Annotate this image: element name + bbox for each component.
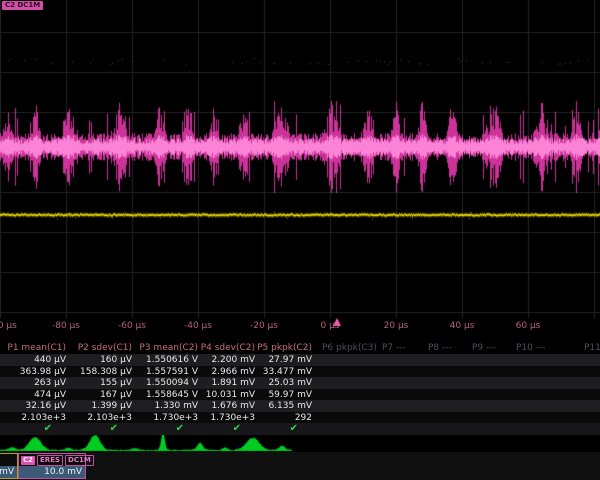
param-cell: 474 µV — [0, 390, 66, 400]
c2-scale-value: 10.0 mV — [19, 466, 85, 478]
param-header-inactive[interactable]: P11 — [584, 343, 600, 353]
param-header-inactive[interactable]: P8 --- — [428, 343, 452, 353]
param-cell: 363.98 µV — [0, 367, 66, 377]
param-header-inactive[interactable]: P9 --- — [472, 343, 496, 353]
param-cell: 160 µV — [66, 355, 132, 365]
c2-trace-label-chip: C2 DC1M — [2, 1, 43, 10]
param-header-inactive[interactable]: P6 pkpk(C3) — [322, 343, 377, 353]
channel1-descriptor[interactable]: C1 DC1M 10.0 mV — [0, 453, 18, 479]
table-status-stripe — [0, 423, 600, 435]
param-cell: 158.308 µV — [66, 367, 132, 377]
param-cell: 59.97 mV — [246, 390, 312, 400]
time-axis-label: -80 µs — [42, 321, 90, 331]
time-axis-label: -60 µs — [108, 321, 156, 331]
time-axis-label: -20 µs — [240, 321, 288, 331]
param-cell: 440 µV — [0, 355, 66, 365]
oscilloscope-screen: C2 DC1M -100 µs -80 µs -60 µs -40 µs -20 µs 0… — [0, 0, 600, 480]
param-status-check: ✔ — [176, 423, 184, 434]
param-header-inactive[interactable]: P7 --- — [382, 343, 406, 353]
param-cell: 6.135 mV — [246, 401, 312, 411]
param-cell: 167 µV — [66, 390, 132, 400]
param-status-check: ✔ — [44, 423, 52, 434]
time-axis-label: 0 µs — [306, 321, 354, 331]
param-cell: 33.477 mV — [246, 367, 312, 377]
time-axis-label: 40 µs — [438, 321, 486, 331]
time-axis-label: -100 µs — [0, 321, 24, 331]
param-cell: 2.103e+3 — [66, 413, 132, 423]
param-cell: 292 — [246, 413, 312, 423]
c1-scale-value: 10.0 mV — [0, 466, 17, 478]
param-cell: 27.97 mV — [246, 355, 312, 365]
time-axis-label: 60 µs — [504, 321, 552, 331]
time-axis-label: 20 µs — [372, 321, 420, 331]
param-cell: 25.03 mV — [246, 378, 312, 388]
c2-label-badge: C2 — [21, 456, 35, 465]
descriptor-bar: C1 DC1M 10.0 mV C2 ERES DC1M 10.0 mV + H… — [0, 452, 600, 480]
param-status-check: ✔ — [233, 423, 241, 434]
channel2-descriptor[interactable]: C2 ERES DC1M 10.0 mV — [18, 453, 86, 479]
measurement-table: P1 mean(C1)440 µV363.98 µV263 µV474 µV32… — [0, 343, 600, 436]
time-axis-label: -40 µs — [174, 321, 222, 331]
param-header[interactable]: P5 pkpk(C2) — [222, 343, 312, 353]
param-cell: 32.16 µV — [0, 401, 66, 411]
param-cell: 2.103e+3 — [0, 413, 66, 423]
param-cell: 1.399 µV — [66, 401, 132, 411]
param-status-check: ✔ — [110, 423, 118, 434]
param-cell: 155 µV — [66, 378, 132, 388]
param-cell: 263 µV — [0, 378, 66, 388]
time-axis: -100 µs -80 µs -60 µs -40 µs -20 µs 0 µs 20 µs… — [0, 318, 600, 333]
c2-coupling-badge: DC1M — [65, 455, 94, 466]
param-status-check: ✔ — [290, 423, 298, 434]
param-header-inactive[interactable]: P10 --- — [516, 343, 545, 353]
c2-eres-badge: ERES — [37, 455, 63, 466]
